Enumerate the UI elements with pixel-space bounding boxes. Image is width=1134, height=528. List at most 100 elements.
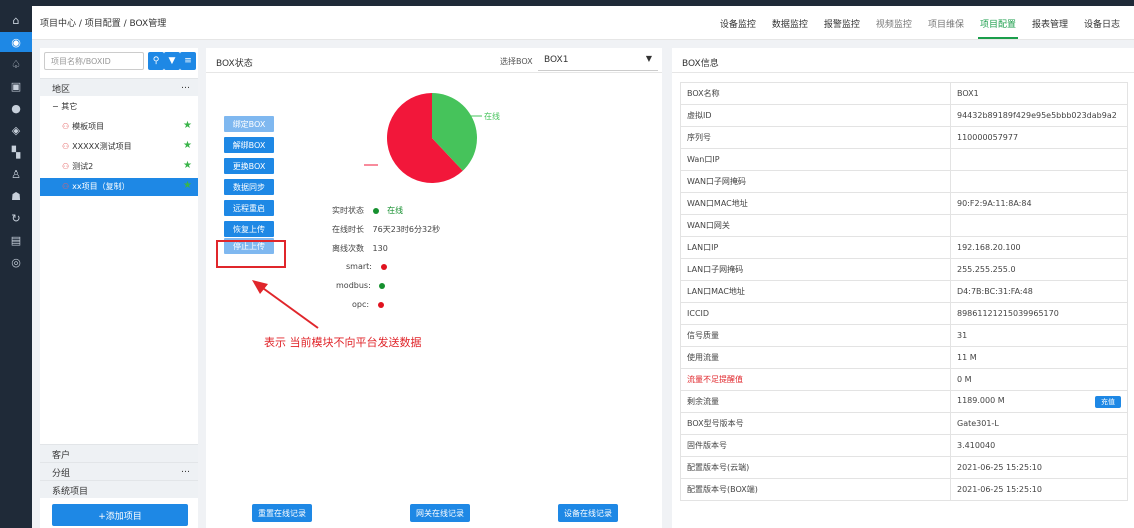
info-value: 90:F2:9A:11:8A:84	[950, 192, 1128, 215]
box-info-panel: BOX信息 BOX名称 BOX1 虚拟ID 94432b89189f429e95e5b…	[672, 48, 1134, 528]
project-tree-item[interactable]: ⚇ 模板项目 ★	[40, 118, 198, 136]
highlight-box	[216, 240, 286, 268]
offline-count-value: 130	[372, 244, 388, 253]
region-label: 地区	[52, 85, 71, 95]
box-action-button[interactable]: 解绑BOX	[224, 137, 274, 153]
link-icon: ⚇	[62, 142, 70, 151]
region-section[interactable]: 地区 …	[40, 78, 198, 96]
camera-icon[interactable]: ▣	[0, 76, 32, 96]
star-icon[interactable]: ★	[183, 160, 192, 171]
info-key: LAN口子网掩码	[680, 258, 951, 281]
info-row: BOX型号版本号 Gate301-L	[680, 412, 1128, 435]
filter-icon[interactable]: ▼	[164, 52, 180, 70]
modbus-label: modbus:	[336, 281, 371, 290]
icon-rail: ⌂ ◉ ♤ ▣ ● ◈ ▚ ♙ ☗ ↻ ▤ ◎	[0, 0, 32, 528]
user-icon[interactable]: ♙	[0, 164, 32, 184]
box-action-button[interactable]: 更换BOX	[224, 158, 274, 174]
star-icon[interactable]: ★	[183, 140, 192, 151]
nav-tab[interactable]: 报警监控	[816, 6, 868, 40]
info-value: 2021-06-25 15:25:10	[950, 478, 1128, 501]
nav-tab[interactable]: 项目维保	[920, 6, 972, 40]
info-row: LAN口IP 192.168.20.100	[680, 236, 1128, 259]
star-icon[interactable]: ★	[183, 120, 192, 131]
info-key: 固件版本号	[680, 434, 951, 457]
online-duration-label: 在线时长	[332, 225, 364, 234]
modbus-status: modbus:	[336, 281, 386, 290]
customer-section[interactable]: 客户	[40, 444, 198, 462]
charge-button[interactable]: 充值	[1095, 395, 1121, 408]
box-select-value: BOX1	[544, 55, 569, 65]
box-select-label: 选择BOX	[500, 57, 533, 66]
info-value: 11 M	[950, 346, 1128, 369]
system-section[interactable]: 系统项目	[40, 480, 198, 498]
box-action-button[interactable]: 恢复上传	[224, 221, 274, 237]
nav-tab[interactable]: 报表管理	[1024, 6, 1076, 40]
info-key: 流量不足提醒值	[680, 368, 951, 391]
layers-icon[interactable]: ◉	[0, 32, 32, 52]
search-icon[interactable]: ⚲	[148, 52, 164, 70]
users-icon[interactable]: ☗	[0, 186, 32, 206]
box-action-button[interactable]: 数据同步	[224, 179, 274, 195]
info-value: 255.255.255.0	[950, 258, 1128, 281]
group-section[interactable]: 分组 …	[40, 462, 198, 480]
document-icon[interactable]: ▤	[0, 230, 32, 250]
info-row: 序列号 110000057977	[680, 126, 1128, 149]
project-tree-label: XXXXX测试项目	[72, 142, 132, 151]
info-value: 192.168.20.100	[950, 236, 1128, 259]
record-button[interactable]: 设备在线记录	[558, 504, 618, 522]
arrow-line	[259, 285, 319, 329]
box-select[interactable]: BOX1 ▼	[538, 51, 658, 71]
box-action-button[interactable]: 远程重启	[224, 200, 274, 216]
more-icon[interactable]: …	[181, 465, 190, 475]
info-key: Wan口IP	[680, 148, 951, 171]
info-row: 固件版本号 3.410040	[680, 434, 1128, 457]
record-button[interactable]: 重置在线记录	[252, 504, 312, 522]
settings-icon[interactable]: ◎	[0, 252, 32, 272]
info-value	[950, 170, 1128, 193]
info-row: WAN口MAC地址 90:F2:9A:11:8A:84	[680, 192, 1128, 215]
info-row: WAN口网关	[680, 214, 1128, 237]
record-button[interactable]: 网关在线记录	[410, 504, 470, 522]
info-value-text: 89861121215039965170	[957, 309, 1059, 318]
palette-icon[interactable]: ●	[0, 98, 32, 118]
star-icon[interactable]: ★	[183, 180, 192, 191]
bell-icon[interactable]: ♤	[0, 54, 32, 74]
info-key: WAN口子网掩码	[680, 170, 951, 193]
cycle-icon[interactable]: ↻	[0, 208, 32, 228]
arrow-head	[252, 280, 268, 294]
nav-tab[interactable]: 设备日志	[1076, 6, 1128, 40]
search-input[interactable]: 项目名称/BOXID	[44, 52, 144, 70]
nav-tab[interactable]: 数据监控	[764, 6, 816, 40]
info-key: ICCID	[680, 302, 951, 325]
nav-tab[interactable]: 设备监控	[712, 6, 764, 40]
project-tree-item[interactable]: ⚇ xx项目（复制） ★	[40, 178, 198, 196]
add-project-button[interactable]: +添加项目	[52, 504, 188, 526]
info-row: Wan口IP	[680, 148, 1128, 171]
info-key: BOX名称	[680, 82, 951, 105]
menu-icon[interactable]: ≡	[180, 52, 196, 70]
grid-icon[interactable]: ▚	[0, 142, 32, 162]
info-key: 配置版本号(云端)	[680, 456, 951, 479]
info-value: 89861121215039965170	[950, 302, 1128, 325]
home-icon[interactable]: ⌂	[0, 10, 32, 30]
box-action-button[interactable]: 绑定BOX	[224, 116, 274, 132]
offline-count-label: 离线次数	[332, 244, 364, 253]
project-tree-item[interactable]: ⚇ XXXXX测试项目 ★	[40, 138, 198, 156]
info-value: 1189.000 M 充值	[950, 390, 1128, 413]
nav-tab[interactable]: 项目配置	[972, 6, 1024, 40]
info-value-text: Gate301-L	[957, 419, 999, 428]
box-icon[interactable]: ◈	[0, 120, 32, 140]
project-panel: 项目名称/BOXID ⚲ ▼ ≡ 地区 … − 其它 ⚇ 模板项目 ★ ⚇ XXXXX测…	[40, 48, 198, 528]
online-pie-chart: 在线 离线	[364, 93, 500, 183]
nav-tab[interactable]: 视频监控	[868, 6, 920, 40]
info-key: LAN口IP	[680, 236, 951, 259]
opc-status: opc:	[352, 300, 384, 309]
more-icon[interactable]: …	[181, 81, 190, 91]
smart-label: smart:	[346, 262, 372, 271]
customer-label: 客户	[52, 451, 71, 461]
tree-root[interactable]: − 其它	[40, 98, 198, 116]
project-tree-item[interactable]: ⚇ 测试2 ★	[40, 158, 198, 176]
info-value[interactable]: 0 M	[950, 368, 1128, 391]
info-key: 配置版本号(BOX端)	[680, 478, 951, 501]
online-duration: 在线时长 76天23时6分32秒	[332, 224, 440, 235]
